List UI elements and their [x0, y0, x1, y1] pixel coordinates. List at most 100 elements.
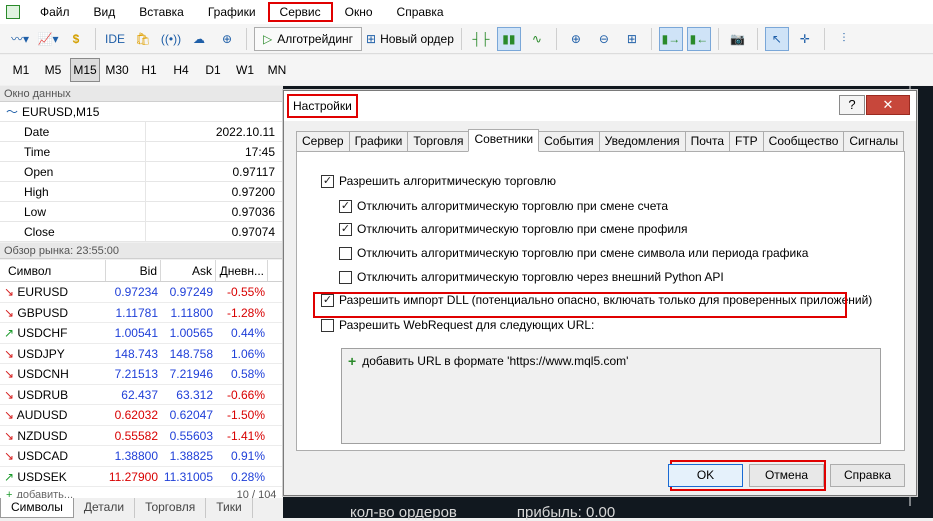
- tf-m5[interactable]: M5: [38, 58, 68, 82]
- data-row: Open 0.97117: [0, 162, 283, 182]
- checkbox[interactable]: [339, 246, 352, 260]
- dialog-tab[interactable]: Уведомления: [598, 131, 686, 151]
- tab-details[interactable]: Детали: [74, 498, 136, 518]
- bag-icon[interactable]: 🛍: [131, 27, 155, 51]
- checkbox[interactable]: ✓: [339, 222, 352, 236]
- menu-view[interactable]: Вид: [82, 2, 128, 22]
- dialog-tab[interactable]: FTP: [729, 131, 764, 151]
- chart-type-icon[interactable]: 📈▾: [36, 27, 60, 51]
- tf-w1[interactable]: W1: [230, 58, 260, 82]
- webrequest-url-list[interactable]: + добавить URL в формате 'https://www.mq…: [341, 348, 881, 444]
- tab-symbols[interactable]: Символы: [0, 498, 74, 518]
- dialog-tab[interactable]: Сервер: [296, 131, 350, 151]
- tf-h4[interactable]: H4: [166, 58, 196, 82]
- option-row[interactable]: Отключить алгоритмическую торговлю при с…: [339, 246, 808, 260]
- dialog-tab[interactable]: Торговля: [407, 131, 470, 151]
- option-row[interactable]: Отключить алгоритмическую торговлю через…: [339, 270, 724, 284]
- market-row[interactable]: ↗ USDSEK 11.27900 11.31005 0.28%: [0, 467, 283, 487]
- cloud-icon[interactable]: ☁: [187, 27, 211, 51]
- chart-shift-icon[interactable]: ▮←: [686, 26, 711, 51]
- screenshot-icon[interactable]: 📷: [726, 27, 750, 51]
- grid-icon[interactable]: ⊞: [620, 27, 644, 51]
- tf-m30[interactable]: M30: [102, 58, 132, 82]
- dialog-tab[interactable]: События: [538, 131, 600, 151]
- add-url-item[interactable]: + добавить URL в формате 'https://www.mq…: [348, 353, 628, 369]
- tf-m15[interactable]: M15: [70, 58, 100, 82]
- cursor-icon[interactable]: ↖: [764, 26, 789, 51]
- vertical-line-icon[interactable]: ⫶: [832, 27, 856, 51]
- data-value: 0.97036: [231, 205, 275, 219]
- option-row[interactable]: ✓ Разрешить алгоритмическую торговлю: [321, 174, 556, 188]
- option-row[interactable]: Разрешить WebRequest для следующих URL:: [321, 318, 594, 332]
- zoom-in-icon[interactable]: ⊕: [564, 27, 588, 51]
- symbol-cell: ↘ USDJPY: [0, 344, 106, 364]
- crosshair-icon[interactable]: ✛: [793, 27, 817, 51]
- zoom-out-icon[interactable]: ⊖: [592, 27, 616, 51]
- tf-h1[interactable]: H1: [134, 58, 164, 82]
- market-row[interactable]: ↘ AUDUSD 0.62032 0.62047 -1.50%: [0, 405, 283, 426]
- col-bid[interactable]: Bid: [106, 260, 161, 281]
- menu-charts[interactable]: Графики: [196, 2, 268, 22]
- option-label: Отключить алгоритмическую торговлю при с…: [357, 199, 669, 213]
- autoscroll-icon[interactable]: ▮→: [658, 26, 683, 51]
- market-watch-title: Обзор рынка: 23:55:00: [0, 243, 283, 259]
- help-button[interactable]: Справка: [830, 464, 905, 487]
- menu-service[interactable]: Сервис: [267, 2, 333, 22]
- menu-window[interactable]: Окно: [333, 2, 385, 22]
- ide-button[interactable]: IDE: [103, 27, 127, 51]
- menu-insert[interactable]: Вставка: [127, 2, 196, 22]
- close-icon[interactable]: ✕: [866, 95, 910, 115]
- ask-cell: 1.11800: [170, 305, 214, 320]
- market-row[interactable]: ↗ USDCHF 1.00541 1.00565 0.44%: [0, 323, 283, 344]
- tab-ticks[interactable]: Тики: [206, 498, 253, 518]
- dialog-tab[interactable]: Сигналы: [843, 131, 905, 151]
- vps-icon[interactable]: ⊕: [215, 27, 239, 51]
- dialog-tab[interactable]: Почта: [684, 131, 730, 151]
- market-row[interactable]: ↘ USDCNH 7.21513 7.21946 0.58%: [0, 364, 283, 385]
- market-row[interactable]: ↘ USDRUB 62.437 63.312 -0.66%: [0, 385, 283, 405]
- tf-mn[interactable]: MN: [262, 58, 292, 82]
- signal-icon[interactable]: ((•)): [159, 27, 183, 51]
- option-row[interactable]: ✓ Отключить алгоритмическую торговлю при …: [339, 222, 688, 236]
- checkbox[interactable]: [321, 318, 334, 332]
- trend-arrow-icon: ↗: [4, 326, 15, 340]
- checkbox[interactable]: [339, 270, 352, 284]
- candlestick-icon[interactable]: ▮▮: [496, 26, 521, 51]
- col-ask[interactable]: Ask: [161, 260, 216, 281]
- bid-cell: 62.437: [121, 387, 158, 402]
- col-daily-change[interactable]: Дневн...: [216, 260, 268, 281]
- algotrading-button[interactable]: ▷ Алготрейдинг: [254, 26, 363, 51]
- help-icon[interactable]: ?: [839, 95, 865, 115]
- symbol-name: USDCHF: [17, 326, 68, 340]
- tf-d1[interactable]: D1: [198, 58, 228, 82]
- trend-arrow-icon: ↘: [4, 449, 15, 463]
- col-symbol[interactable]: Символ: [0, 260, 106, 281]
- market-row[interactable]: ↘ EURUSD 0.97234 0.97249 -0.55%: [0, 282, 283, 303]
- checkbox[interactable]: ✓: [339, 199, 352, 213]
- menu-help[interactable]: Справка: [385, 2, 456, 22]
- checkbox[interactable]: ✓: [321, 174, 334, 188]
- menu-file[interactable]: Файл: [28, 2, 82, 22]
- profit-label: прибыль: 0.00: [516, 504, 616, 521]
- toolbar-divider: [823, 27, 825, 50]
- new-order-button[interactable]: ⊞ Новый ордер: [366, 27, 454, 51]
- dollar-icon[interactable]: $: [64, 27, 88, 51]
- cancel-button[interactable]: Отмена: [749, 464, 824, 487]
- bar-chart-icon[interactable]: ┤├: [469, 27, 493, 51]
- ask-cell: 7.21946: [169, 367, 213, 381]
- tab-trading[interactable]: Торговля: [135, 498, 207, 518]
- line-icon[interactable]: ∿: [525, 27, 549, 51]
- symbol-name: GBPUSD: [17, 305, 69, 320]
- line-chart-icon[interactable]: 〰▾: [8, 27, 32, 51]
- ok-button[interactable]: OK: [668, 464, 743, 487]
- tf-m1[interactable]: M1: [6, 58, 36, 82]
- dll-highlight-frame: [313, 292, 847, 318]
- dialog-tab[interactable]: Сообщество: [762, 131, 845, 151]
- market-row[interactable]: ↘ NZDUSD 0.55582 0.55603 -1.41%: [0, 426, 283, 446]
- option-row[interactable]: ✓ Отключить алгоритмическую торговлю при …: [339, 199, 668, 213]
- dialog-tab[interactable]: Советники: [468, 129, 540, 152]
- market-row[interactable]: ↘ GBPUSD 1.11781 1.11800 -1.28%: [0, 303, 283, 323]
- market-row[interactable]: ↘ USDJPY 148.743 148.758 1.06%: [0, 344, 283, 364]
- dialog-tab[interactable]: Графики: [348, 131, 409, 151]
- market-row[interactable]: ↘ USDCAD 1.38800 1.38825 0.91%: [0, 446, 283, 467]
